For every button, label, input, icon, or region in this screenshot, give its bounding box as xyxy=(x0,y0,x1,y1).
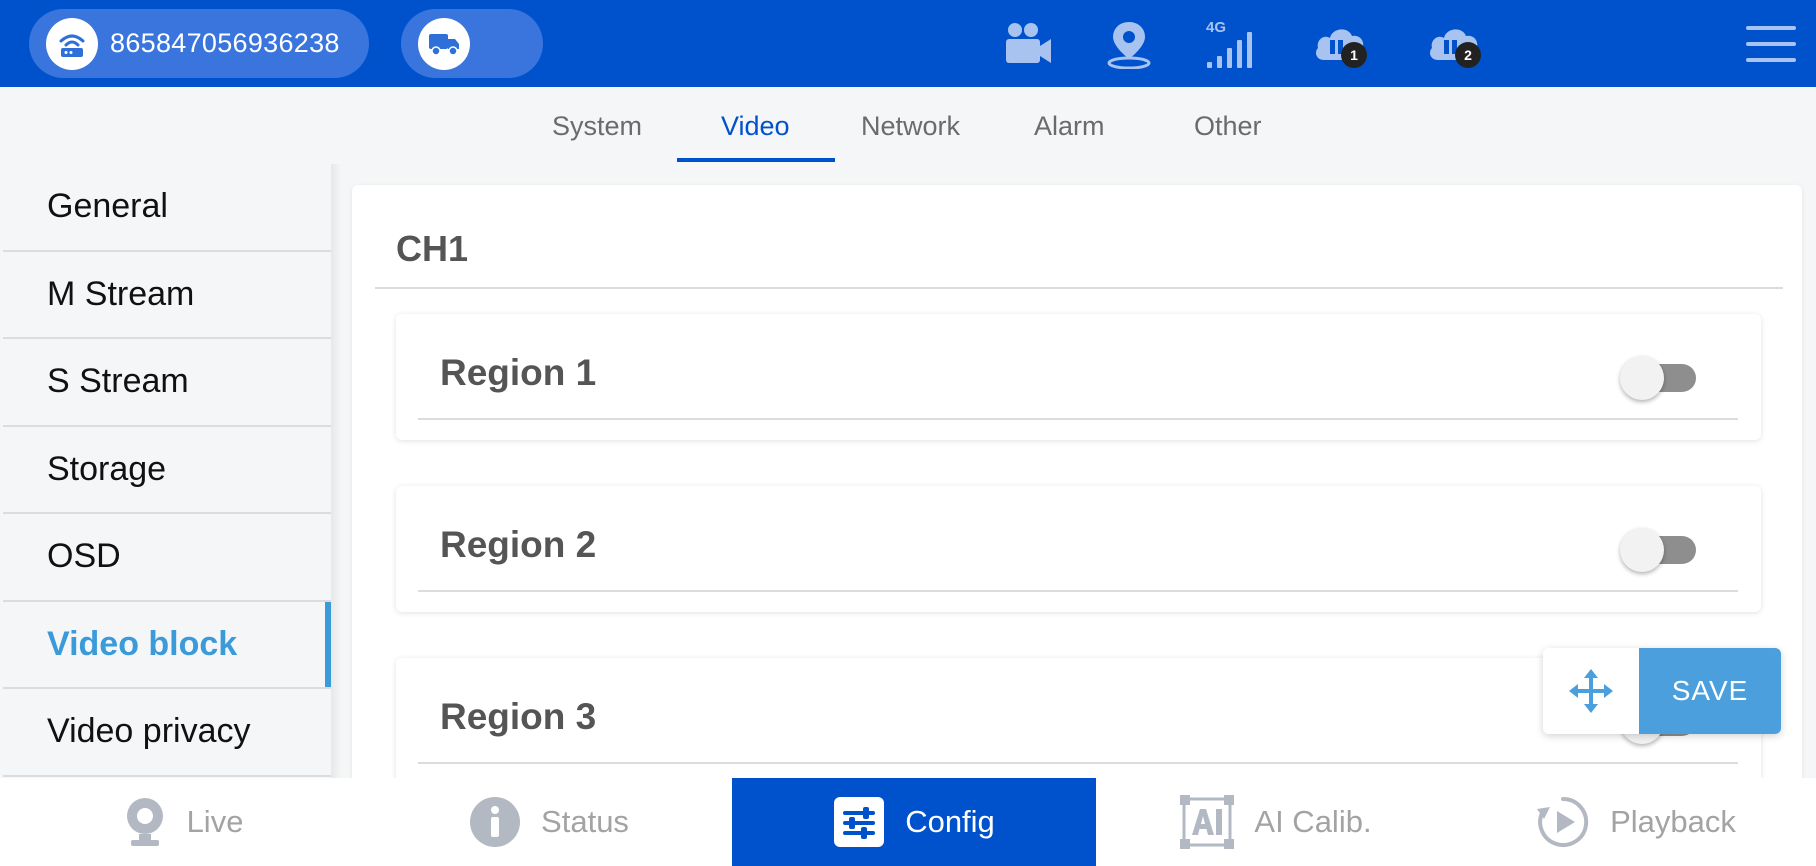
region-label: Region 1 xyxy=(440,352,597,393)
sidebar-item-general[interactable]: General xyxy=(3,164,331,252)
sidebar-item-video-block[interactable]: Video block xyxy=(3,601,331,689)
sidebar-item-storage[interactable]: Storage xyxy=(3,427,331,514)
nav-config-label: Config xyxy=(905,804,995,839)
info-icon xyxy=(469,796,521,848)
menu-icon[interactable] xyxy=(1746,26,1796,66)
sidebar-item-video-privacy[interactable]: Video privacy xyxy=(3,689,331,777)
playback-icon xyxy=(1536,795,1590,849)
nav-status[interactable]: Status xyxy=(366,778,732,866)
save-button[interactable]: SAVE xyxy=(1639,648,1781,734)
ai-icon xyxy=(1180,795,1235,849)
cloud-badge-1: 1 xyxy=(1341,42,1367,68)
sidebar: General M Stream S Stream Storage OSD Vi… xyxy=(3,164,331,778)
tab-other[interactable]: Other xyxy=(1194,111,1262,142)
nav-playback[interactable]: Playback xyxy=(1456,778,1816,866)
device-id-pill[interactable]: 865847056936238 xyxy=(29,9,369,78)
top-bar: 865847056936238 4G 1 2 xyxy=(0,0,1816,87)
truck-icon xyxy=(418,17,470,70)
floating-save-box: SAVE xyxy=(1543,648,1781,734)
move-icon[interactable] xyxy=(1543,648,1639,734)
device-id: 865847056936238 xyxy=(110,28,340,58)
region-card-2: Region 2 xyxy=(396,486,1761,612)
vehicle-pill[interactable] xyxy=(401,9,543,78)
camera-icon[interactable] xyxy=(1002,16,1054,72)
sliders-icon xyxy=(833,796,885,848)
region-label: Region 2 xyxy=(440,524,597,565)
tab-bar: System Video Network Alarm Other xyxy=(0,87,1816,164)
region-label: Region 3 xyxy=(440,696,597,737)
nav-live-label: Live xyxy=(186,804,244,839)
region-1-toggle[interactable] xyxy=(1620,356,1696,400)
signal-4g-icon[interactable]: 4G xyxy=(1204,16,1254,72)
router-icon xyxy=(46,17,98,70)
sidebar-divider xyxy=(331,164,341,778)
channel-divider xyxy=(375,287,1783,289)
cloud-badge-2: 2 xyxy=(1455,42,1481,68)
channel-title: CH1 xyxy=(396,228,469,269)
location-icon[interactable] xyxy=(1104,16,1154,72)
active-tab-indicator xyxy=(677,158,835,162)
webcam-icon xyxy=(123,796,167,848)
sidebar-item-s-stream[interactable]: S Stream xyxy=(3,339,331,427)
sidebar-item-m-stream[interactable]: M Stream xyxy=(3,252,331,339)
cloud-server-2-icon[interactable]: 2 xyxy=(1419,16,1489,72)
network-type-label: 4G xyxy=(1206,19,1226,36)
nav-ai-calib[interactable]: AI Calib. xyxy=(1096,778,1456,866)
nav-playback-label: Playback xyxy=(1610,804,1736,839)
region-2-toggle[interactable] xyxy=(1620,528,1696,572)
cloud-server-1-icon[interactable]: 1 xyxy=(1305,16,1375,72)
tab-system[interactable]: System xyxy=(552,111,642,142)
tab-video[interactable]: Video xyxy=(721,111,790,142)
bottom-nav: Live Status Config AI Calib. Playback xyxy=(0,778,1816,866)
nav-live[interactable]: Live xyxy=(0,778,366,866)
sidebar-item-osd[interactable]: OSD xyxy=(3,514,331,602)
tab-alarm[interactable]: Alarm xyxy=(1034,111,1105,142)
region-card-1: Region 1 xyxy=(396,314,1761,440)
nav-config[interactable]: Config xyxy=(732,778,1096,866)
nav-status-label: Status xyxy=(541,804,629,839)
tab-network[interactable]: Network xyxy=(861,111,960,142)
nav-ai-calib-label: AI Calib. xyxy=(1254,804,1372,839)
